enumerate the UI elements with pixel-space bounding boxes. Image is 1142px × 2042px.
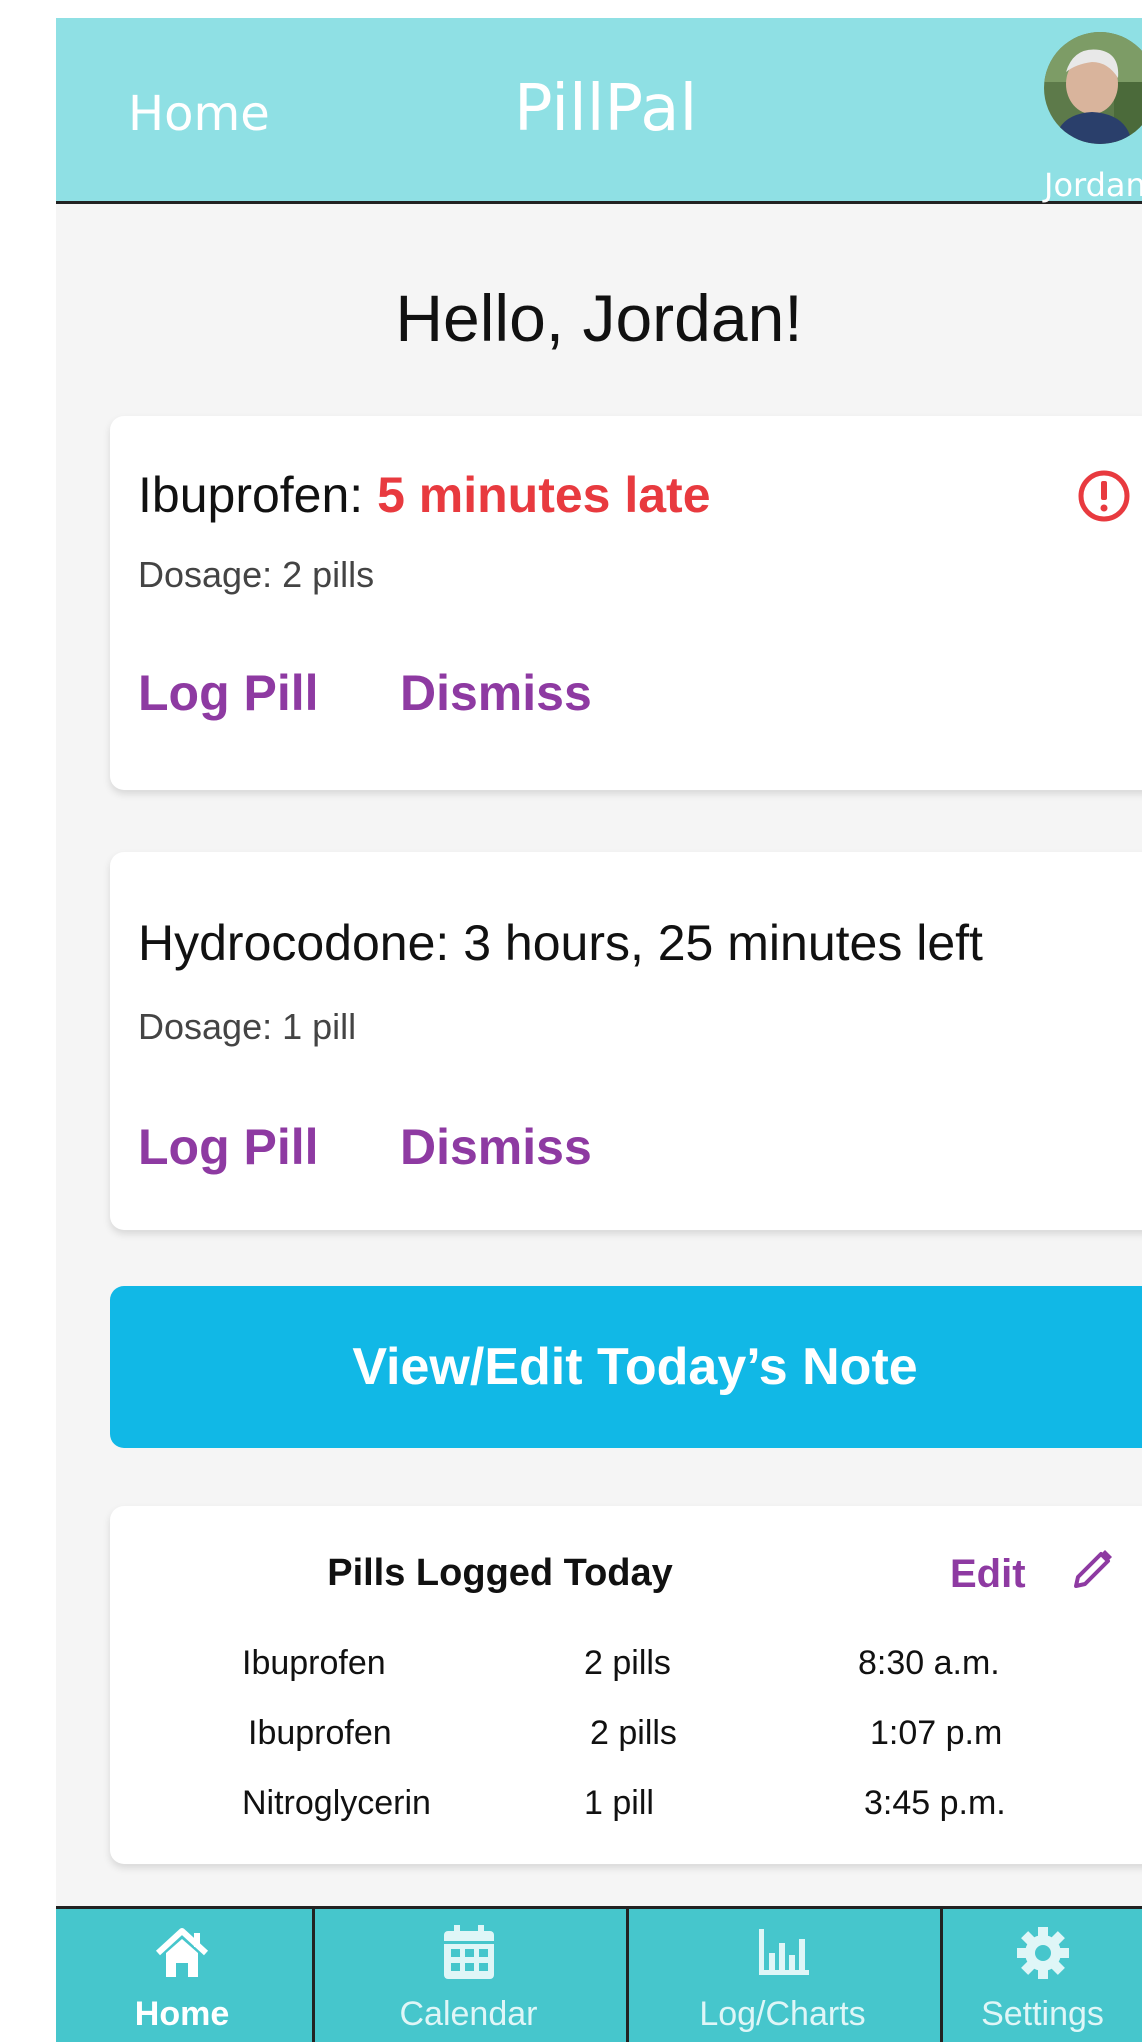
nav-tab-calendar[interactable]: Calendar	[312, 1909, 622, 2042]
log-row: Ibuprofen 2 pills 1:07 p.m	[110, 1714, 1142, 1764]
reminder-card: Hydrocodone: 3 hours, 25 minutes left Do…	[110, 852, 1142, 1230]
avatar-photo-icon	[1044, 32, 1142, 144]
nav-tab-home[interactable]: Home	[56, 1909, 308, 2042]
nav-label-home: Home	[134, 1995, 230, 2033]
dosage-text: Dosage: 2 pills	[138, 554, 375, 595]
nav-label-settings: Settings	[981, 1995, 1104, 2033]
reminder-title: Hydrocodone: 3 hours, 25 minutes left	[138, 915, 983, 971]
dosage-text: Dosage: 1 pill	[138, 1006, 357, 1047]
nav-label-calendar: Calendar	[399, 1995, 538, 2033]
log-time: 3:45 p.m.	[864, 1784, 1006, 1822]
home-link[interactable]: Home	[128, 86, 270, 142]
dismiss-button[interactable]: Dismiss	[400, 664, 592, 722]
log-medication: Ibuprofen	[242, 1644, 386, 1682]
top-bar: Home PillPal Jordan	[56, 18, 1142, 204]
log-time: 8:30 a.m.	[858, 1644, 1000, 1682]
log-dose: 2 pills	[584, 1644, 671, 1682]
medication-name: Ibuprofen:	[138, 467, 378, 523]
edit-log-button[interactable]: Edit	[950, 1552, 1026, 1597]
bottom-navigation: Home Calendar Log/Charts Settings	[56, 1906, 1142, 2042]
app-screen: Home PillPal Jordan Hello, Jordan! Ibupr…	[56, 18, 1142, 2042]
log-medication: Ibuprofen	[248, 1714, 392, 1752]
view-edit-note-button[interactable]: View/Edit Today’s Note	[110, 1286, 1142, 1448]
pills-logged-title: Pills Logged Today	[327, 1552, 673, 1594]
log-pill-button[interactable]: Log Pill	[138, 1118, 319, 1176]
avatar-username: Jordan	[1044, 166, 1142, 204]
calendar-icon	[443, 1925, 494, 1979]
log-dose: 1 pill	[584, 1784, 654, 1822]
log-dose: 2 pills	[590, 1714, 677, 1752]
pencil-icon[interactable]	[1068, 1546, 1116, 1594]
dismiss-button[interactable]: Dismiss	[400, 1118, 592, 1176]
bar-chart-icon	[758, 1929, 809, 1975]
log-row: Nitroglycerin 1 pill 3:45 p.m.	[110, 1784, 1142, 1834]
greeting-heading: Hello, Jordan!	[395, 281, 803, 355]
log-row: Ibuprofen 2 pills 8:30 a.m.	[110, 1644, 1142, 1694]
nav-tab-settings[interactable]: Settings	[940, 1909, 1142, 2042]
home-icon	[155, 1928, 209, 1977]
log-medication: Nitroglycerin	[242, 1784, 431, 1822]
app-title: PillPal	[514, 72, 698, 146]
log-time: 1:07 p.m	[870, 1714, 1003, 1752]
log-pill-button[interactable]: Log Pill	[138, 664, 319, 722]
pills-logged-card: Pills Logged Today Edit Ibuprofen 2 pill…	[110, 1506, 1142, 1864]
reminder-title: Ibuprofen: 5 minutes late	[138, 466, 711, 524]
gear-icon	[1016, 1927, 1069, 1979]
reminder-card: Ibuprofen: 5 minutes late Dosage: 2 pill…	[110, 416, 1142, 790]
alert-circle-icon	[1078, 470, 1130, 522]
nav-label-log-charts: Log/Charts	[699, 1995, 866, 2033]
user-avatar[interactable]	[1044, 32, 1142, 144]
nav-tab-log-charts[interactable]: Log/Charts	[626, 1909, 936, 2042]
late-status: 5 minutes late	[377, 467, 711, 523]
